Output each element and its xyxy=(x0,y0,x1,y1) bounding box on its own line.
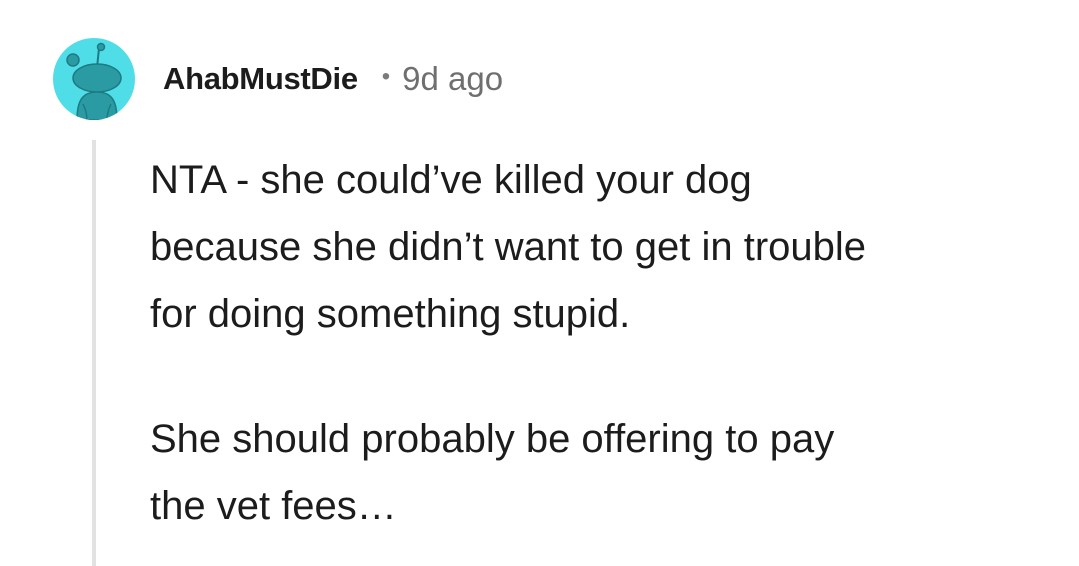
thread-collapse-line[interactable] xyxy=(92,140,96,566)
separator-dot: • xyxy=(381,63,391,90)
timestamp[interactable]: 9d ago xyxy=(402,60,503,98)
comment: AhabMustDie • 9d ago NTA - she could’ve … xyxy=(0,0,1079,566)
reddit-snoo-icon xyxy=(53,38,135,120)
comment-paragraph: NTA - she could’ve killed your dog becau… xyxy=(150,158,867,336)
username[interactable]: AhabMustDie xyxy=(163,61,358,97)
comment-paragraph: She should probably be offering to pay t… xyxy=(150,417,835,528)
comment-header: AhabMustDie • 9d ago xyxy=(163,56,503,102)
comment-body: NTA - she could’ve killed your dog becau… xyxy=(150,147,1050,540)
avatar[interactable] xyxy=(53,38,135,120)
